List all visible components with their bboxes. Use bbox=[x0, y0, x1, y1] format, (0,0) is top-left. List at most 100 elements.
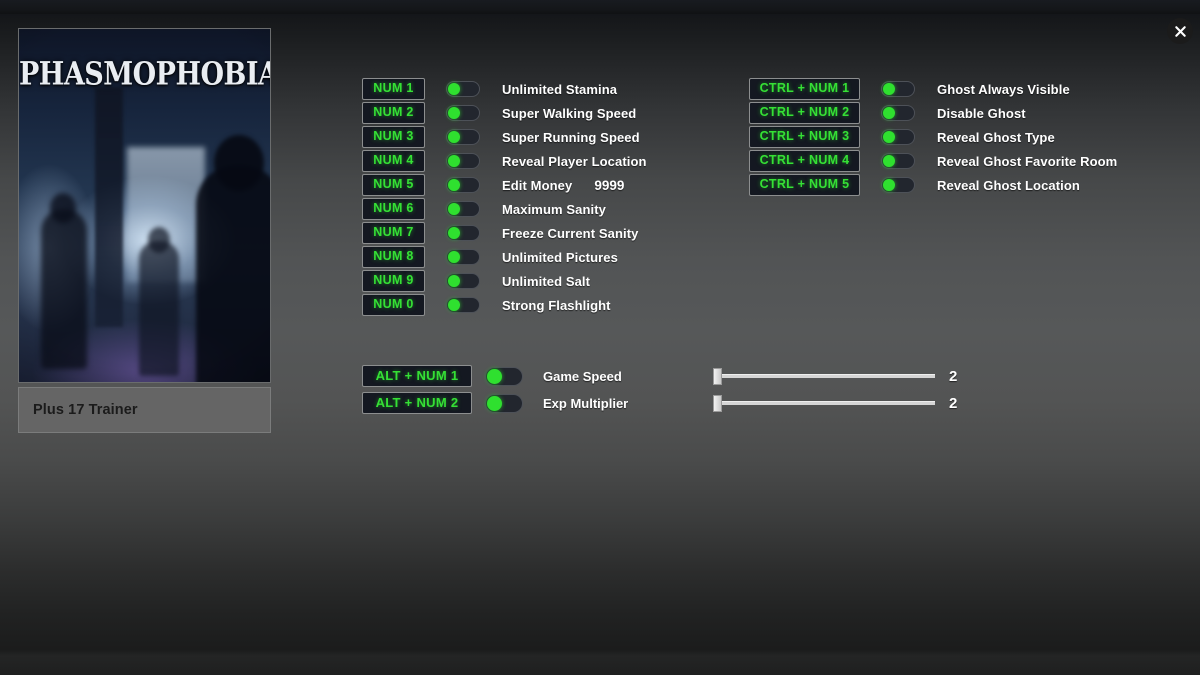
option-row: NUM 6 Maximum Sanity bbox=[362, 197, 647, 221]
slider-value: 2 bbox=[949, 367, 958, 385]
toggle-knob bbox=[883, 155, 895, 167]
option-row: NUM 2 Super Walking Speed bbox=[362, 101, 647, 125]
toggle-reveal-ghost-type[interactable] bbox=[881, 129, 915, 145]
toggle-ghost-always-visible[interactable] bbox=[881, 81, 915, 97]
options-column-left: NUM 1 Unlimited Stamina NUM 2 Super Walking… bbox=[362, 77, 647, 317]
toggle-unlimited-salt[interactable] bbox=[446, 273, 480, 289]
option-label: Maximum Sanity bbox=[502, 201, 606, 217]
slider-track[interactable] bbox=[713, 374, 935, 378]
option-row: NUM 3 Super Running Speed bbox=[362, 125, 647, 149]
slider-row: ALT + NUM 2 Exp Multiplier 2 bbox=[362, 391, 957, 415]
hotkey-alt-num-2[interactable]: ALT + NUM 2 bbox=[362, 392, 472, 414]
toggle-reveal-ghost-favorite-room[interactable] bbox=[881, 153, 915, 169]
option-label: Super Running Speed bbox=[502, 129, 640, 145]
option-row: NUM 8 Unlimited Pictures bbox=[362, 245, 647, 269]
option-row: NUM 5 Edit Money 9999 bbox=[362, 173, 647, 197]
toggle-knob bbox=[487, 395, 502, 411]
toggle-game-speed[interactable] bbox=[485, 366, 523, 386]
slider-game-speed[interactable] bbox=[713, 367, 935, 385]
hotkey-ctrl-num-2[interactable]: CTRL + NUM 2 bbox=[749, 102, 860, 124]
toggle-freeze-current-sanity[interactable] bbox=[446, 225, 480, 241]
hotkey-num-6[interactable]: NUM 6 bbox=[362, 198, 425, 220]
close-button[interactable] bbox=[1167, 18, 1193, 44]
hotkey-num-5[interactable]: NUM 5 bbox=[362, 174, 425, 196]
game-cover: PHASMOPHOBIA bbox=[18, 28, 271, 383]
toggle-knob bbox=[448, 83, 460, 95]
hotkey-num-0[interactable]: NUM 0 bbox=[362, 294, 425, 316]
toggle-knob bbox=[883, 179, 895, 191]
toggle-knob bbox=[448, 179, 460, 191]
option-label: Reveal Player Location bbox=[502, 153, 647, 169]
hotkey-num-1[interactable]: NUM 1 bbox=[362, 78, 425, 100]
option-row: CTRL + NUM 2 Disable Ghost bbox=[749, 101, 1117, 125]
hotkey-num-3[interactable]: NUM 3 bbox=[362, 126, 425, 148]
game-title: PHASMOPHOBIA bbox=[19, 56, 271, 93]
slider-handle[interactable] bbox=[713, 395, 722, 412]
option-row: CTRL + NUM 3 Reveal Ghost Type bbox=[749, 125, 1117, 149]
option-label: Strong Flashlight bbox=[502, 297, 611, 313]
toggle-disable-ghost[interactable] bbox=[881, 105, 915, 121]
trainer-window: PHASMOPHOBIA Plus 17 Trainer NUM 1 Unlimi… bbox=[0, 0, 1200, 675]
toggle-unlimited-pictures[interactable] bbox=[446, 249, 480, 265]
option-row: NUM 0 Strong Flashlight bbox=[362, 293, 647, 317]
hotkey-ctrl-num-4[interactable]: CTRL + NUM 4 bbox=[749, 150, 860, 172]
toggle-knob bbox=[883, 131, 895, 143]
options-column-right: CTRL + NUM 1 Ghost Always Visible CTRL + N… bbox=[749, 77, 1117, 197]
slider-label: Exp Multiplier bbox=[543, 395, 629, 411]
option-label: Reveal Ghost Location bbox=[937, 177, 1080, 193]
toggle-knob bbox=[448, 203, 460, 215]
close-icon bbox=[1174, 25, 1187, 38]
option-label: Freeze Current Sanity bbox=[502, 225, 639, 241]
option-label: Super Walking Speed bbox=[502, 105, 637, 121]
slider-track[interactable] bbox=[713, 401, 935, 405]
hotkey-ctrl-num-3[interactable]: CTRL + NUM 3 bbox=[749, 126, 860, 148]
hotkey-num-8[interactable]: NUM 8 bbox=[362, 246, 425, 268]
option-value-edit-money[interactable]: 9999 bbox=[594, 178, 624, 193]
hotkey-alt-num-1[interactable]: ALT + NUM 1 bbox=[362, 365, 472, 387]
hotkey-ctrl-num-1[interactable]: CTRL + NUM 1 bbox=[749, 78, 860, 100]
hotkey-num-9[interactable]: NUM 9 bbox=[362, 270, 425, 292]
toggle-knob bbox=[448, 155, 460, 167]
toggle-exp-multiplier[interactable] bbox=[485, 393, 523, 413]
toggle-super-running-speed[interactable] bbox=[446, 129, 480, 145]
toggle-super-walking-speed[interactable] bbox=[446, 105, 480, 121]
slider-label: Game Speed bbox=[543, 368, 622, 384]
option-row: CTRL + NUM 1 Ghost Always Visible bbox=[749, 77, 1117, 101]
toggle-knob bbox=[883, 83, 895, 95]
option-label: Ghost Always Visible bbox=[937, 81, 1070, 97]
slider-handle[interactable] bbox=[713, 368, 722, 385]
toggle-reveal-ghost-location[interactable] bbox=[881, 177, 915, 193]
toggle-knob bbox=[448, 107, 460, 119]
slider-value: 2 bbox=[949, 394, 958, 412]
option-label: Unlimited Pictures bbox=[502, 249, 618, 265]
option-row: NUM 1 Unlimited Stamina bbox=[362, 77, 647, 101]
slider-exp-multiplier[interactable] bbox=[713, 394, 935, 412]
toggle-unlimited-stamina[interactable] bbox=[446, 81, 480, 97]
toggle-maximum-sanity[interactable] bbox=[446, 201, 480, 217]
toggle-edit-money[interactable] bbox=[446, 177, 480, 193]
option-label: Reveal Ghost Favorite Room bbox=[937, 153, 1118, 169]
trainer-caption: Plus 17 Trainer bbox=[33, 402, 138, 418]
toggle-reveal-player-location[interactable] bbox=[446, 153, 480, 169]
toggle-knob bbox=[448, 227, 460, 239]
hotkey-num-7[interactable]: NUM 7 bbox=[362, 222, 425, 244]
trainer-caption-panel: Plus 17 Trainer bbox=[18, 387, 271, 433]
toggle-knob bbox=[448, 251, 460, 263]
option-label: Reveal Ghost Type bbox=[937, 129, 1055, 145]
toggle-knob bbox=[448, 131, 460, 143]
title-bar bbox=[0, 0, 1200, 14]
hotkey-ctrl-num-5[interactable]: CTRL + NUM 5 bbox=[749, 174, 860, 196]
slider-section: ALT + NUM 1 Game Speed 2 ALT + NUM 2 Exp Mul… bbox=[362, 364, 957, 415]
option-label: Unlimited Salt bbox=[502, 273, 591, 289]
option-row: CTRL + NUM 4 Reveal Ghost Favorite Room bbox=[749, 149, 1117, 173]
option-label: Disable Ghost bbox=[937, 105, 1026, 121]
slider-row: ALT + NUM 1 Game Speed 2 bbox=[362, 364, 957, 388]
hotkey-num-2[interactable]: NUM 2 bbox=[362, 102, 425, 124]
option-row: NUM 9 Unlimited Salt bbox=[362, 269, 647, 293]
toggle-knob bbox=[883, 107, 895, 119]
toggle-knob bbox=[448, 299, 460, 311]
option-label: Edit Money bbox=[502, 177, 573, 193]
toggle-strong-flashlight[interactable] bbox=[446, 297, 480, 313]
option-row: NUM 4 Reveal Player Location bbox=[362, 149, 647, 173]
hotkey-num-4[interactable]: NUM 4 bbox=[362, 150, 425, 172]
